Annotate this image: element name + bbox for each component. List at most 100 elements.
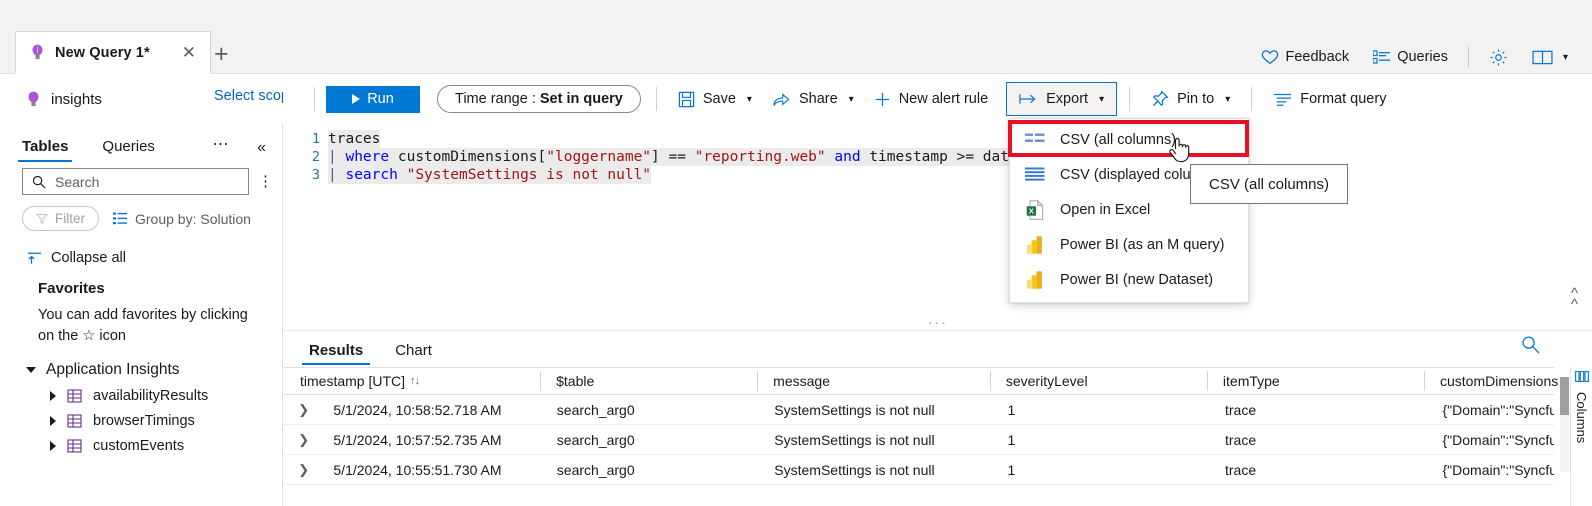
chevron-down-icon[interactable]: ▾ xyxy=(849,94,854,105)
more-options-icon[interactable]: ⋮ xyxy=(258,174,273,189)
chevron-right-icon xyxy=(50,416,56,427)
query-editor[interactable]: 1 traces 2 | where customDimensions["logger… xyxy=(284,124,1592,322)
run-label: Run xyxy=(367,91,394,107)
cell-table: search_arg0 xyxy=(556,431,635,448)
code-token: "loggername" xyxy=(546,149,652,165)
sidebar-tab-tables[interactable]: Tables xyxy=(18,138,73,162)
lightbulb-icon xyxy=(26,91,41,108)
search-icon[interactable] xyxy=(1521,335,1540,359)
export-menu-item-label: Power BI (new Dataset) xyxy=(1060,271,1214,288)
collapse-all-icon xyxy=(27,252,42,265)
command-divider-2 xyxy=(655,87,657,111)
favorites-hint: You can add favorites by clicking on the… xyxy=(38,307,248,345)
close-icon[interactable]: ✕ xyxy=(178,42,200,63)
filter-label: Filter xyxy=(55,211,85,226)
search-icon xyxy=(32,175,46,189)
sidebar-table-browsertimings[interactable]: browserTimings xyxy=(0,404,282,429)
row-expander-icon[interactable]: ❯ xyxy=(284,432,317,448)
export-button[interactable]: Export ▾ xyxy=(1006,82,1118,116)
time-range-label: Time range : xyxy=(455,91,536,107)
share-icon xyxy=(772,91,791,108)
search-placeholder: Search xyxy=(55,173,100,190)
sidebar-tab-tables-label: Tables xyxy=(22,138,69,155)
column-header-severityLevel[interactable]: severityLevel xyxy=(989,367,1207,395)
pin-to-button[interactable]: Pin to ▾ xyxy=(1141,84,1240,114)
columns-panel-label: Columns xyxy=(1574,392,1589,444)
new-alert-rule-button[interactable]: New alert rule xyxy=(864,84,998,114)
columns-panel[interactable]: Columns xyxy=(1570,367,1592,506)
export-menu-item-4[interactable]: Power BI (new Dataset) xyxy=(1010,262,1248,297)
time-range-button[interactable]: Time range : Set in query xyxy=(437,85,641,113)
double-chevron-up-icon[interactable]: ^ ^ xyxy=(1571,286,1578,312)
tab-results[interactable]: Results xyxy=(301,342,371,365)
column-header-table[interactable]: $table xyxy=(540,367,757,395)
ellipsis-icon[interactable]: ⋯ xyxy=(213,134,231,154)
group-by-label: Group by: Solution xyxy=(135,210,251,227)
plus-icon[interactable]: + xyxy=(214,42,229,67)
sidebar-table-availabilityresults[interactable]: availabilityResults xyxy=(0,379,282,404)
collapse-all-label: Collapse all xyxy=(51,250,126,266)
table-row[interactable]: ❯ 5/1/2024, 10:57:52.735 AM search_arg0 Sys… xyxy=(284,425,1554,455)
log-analytics-query-editor: New Query 1* ✕ + Feedback Queries ▾ insi… xyxy=(0,0,1592,506)
tooltip-label: CSV (all columns) xyxy=(1208,175,1330,193)
queries-button[interactable]: Queries xyxy=(1361,44,1460,70)
sort-arrows-icon[interactable]: ↑↓ xyxy=(410,375,420,387)
save-icon xyxy=(678,91,695,108)
double-chevron-left-icon[interactable]: « xyxy=(257,139,266,157)
code-line[interactable]: | search "SystemSettings is not null" xyxy=(328,166,652,184)
chevron-down-icon[interactable]: ▾ xyxy=(1563,52,1568,63)
table-icon xyxy=(67,439,82,453)
tooltip-csv-all-columns: CSV (all columns) xyxy=(1190,164,1348,204)
sidebar-tab-queries[interactable]: Queries xyxy=(98,138,159,162)
format-query-button[interactable]: Format query xyxy=(1263,84,1396,114)
sidebar-table-customevents[interactable]: customEvents xyxy=(0,429,282,454)
code-token: search xyxy=(345,167,398,183)
chevron-down-icon[interactable]: ▾ xyxy=(1099,94,1104,105)
line-number: 3 xyxy=(311,167,320,183)
cell-message: SystemSettings is not null xyxy=(774,401,935,418)
save-button[interactable]: Save ▾ xyxy=(668,84,762,114)
search-input[interactable]: Search xyxy=(22,168,249,195)
share-button[interactable]: Share ▾ xyxy=(762,84,864,114)
code-line[interactable]: traces xyxy=(328,130,381,148)
scrollbar-thumb[interactable] xyxy=(1560,377,1569,415)
help-book-button[interactable]: ▾ xyxy=(1520,44,1580,70)
chevron-down-icon[interactable]: ▾ xyxy=(747,94,752,105)
queries-label: Queries xyxy=(1397,49,1448,65)
run-button[interactable]: Run xyxy=(326,85,420,113)
results-vertical-scrollbar[interactable] xyxy=(1560,377,1569,472)
tab-chart[interactable]: Chart xyxy=(392,342,435,365)
book-icon xyxy=(1532,49,1553,66)
pin-to-label: Pin to xyxy=(1177,91,1215,107)
table-row[interactable]: ❯ 5/1/2024, 10:55:51.730 AM search_arg0 Sys… xyxy=(284,455,1554,485)
column-header-timestamp[interactable]: timestamp [UTC] ↑↓ xyxy=(284,367,540,395)
column-header-label: customDimensions xyxy=(1439,373,1559,389)
row-expander-icon[interactable]: ❯ xyxy=(284,462,317,478)
column-header-message[interactable]: message xyxy=(757,367,990,395)
results-grid-body: ❯ 5/1/2024, 10:58:52.718 AM search_arg0 Sys… xyxy=(284,395,1554,485)
sidebar-table-label: browserTimings xyxy=(93,413,195,430)
chevron-down-icon[interactable]: ▾ xyxy=(1225,94,1230,105)
query-tab-new-query-1[interactable]: New Query 1* ✕ xyxy=(15,31,211,74)
export-menu-item-3[interactable]: Power BI (as an M query) xyxy=(1010,227,1248,262)
column-header-itemType[interactable]: itemType xyxy=(1206,367,1424,395)
plus-icon xyxy=(874,91,891,108)
filter-button[interactable]: Filter xyxy=(22,206,99,231)
save-label: Save xyxy=(702,91,736,107)
code-token: customDimensions[ xyxy=(389,149,547,165)
column-header-customDimensions[interactable]: customDimensions xyxy=(1423,367,1558,395)
collapse-all-button[interactable]: Collapse all xyxy=(0,231,282,266)
settings-button[interactable] xyxy=(1477,44,1520,70)
row-expander-icon[interactable]: ❯ xyxy=(284,402,317,418)
export-label: Export xyxy=(1046,91,1089,107)
code-line[interactable]: | where customDimensions["loggername"] =… xyxy=(328,148,1009,166)
table-icon xyxy=(67,389,82,403)
table-row[interactable]: ❯ 5/1/2024, 10:58:52.718 AM search_arg0 Sys… xyxy=(284,395,1554,425)
sidebar-group-application-insights[interactable]: Application Insights xyxy=(0,347,282,379)
editor-results-splitter[interactable]: ··· xyxy=(284,315,1592,330)
feedback-button[interactable]: Feedback xyxy=(1249,44,1362,70)
time-range-value: Set in query xyxy=(539,91,623,107)
group-by-button[interactable]: Group by: Solution xyxy=(113,211,251,227)
cell-severityLevel: 1 xyxy=(1007,401,1016,418)
